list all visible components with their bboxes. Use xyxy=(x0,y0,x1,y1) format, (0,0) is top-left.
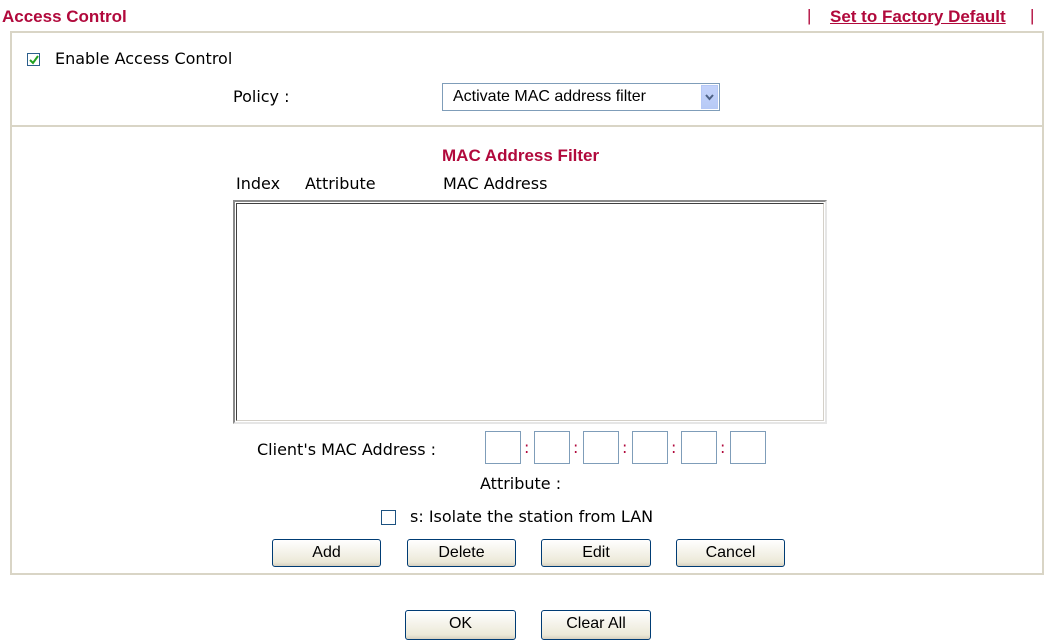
client-mac-address-label: Client's MAC Address : xyxy=(257,440,437,459)
policy-label: Policy : xyxy=(233,87,290,106)
set-to-factory-default-link[interactable]: Set to Factory Default xyxy=(830,7,1006,27)
edit-button[interactable]: Edit xyxy=(541,539,651,567)
header-separator: | xyxy=(807,6,812,25)
enable-access-control-checkbox[interactable] xyxy=(27,53,40,66)
clear-all-button[interactable]: Clear All xyxy=(541,610,651,640)
mac-separator: : xyxy=(524,438,530,457)
panel-divider xyxy=(10,125,1044,127)
mac-octet-1-input[interactable] xyxy=(485,431,521,464)
cancel-button[interactable]: Cancel xyxy=(676,539,785,567)
isolate-station-label: s: Isolate the station from LAN xyxy=(410,507,654,526)
policy-select[interactable]: Activate MAC address filter xyxy=(442,83,720,111)
ok-button[interactable]: OK xyxy=(405,610,516,640)
mac-address-filter-title: MAC Address Filter xyxy=(442,146,600,165)
isolate-station-checkbox[interactable] xyxy=(381,510,396,525)
column-header-mac-address: MAC Address xyxy=(443,174,548,193)
column-header-index: Index xyxy=(236,174,281,193)
mac-address-list-body xyxy=(236,203,824,421)
checkmark-icon xyxy=(29,55,39,65)
mac-separator: : xyxy=(573,438,579,457)
mac-octet-2-input[interactable] xyxy=(534,431,570,464)
mac-octet-3-input[interactable] xyxy=(583,431,619,464)
column-header-attribute: Attribute xyxy=(305,174,376,193)
header-separator: | xyxy=(1030,6,1035,25)
delete-button[interactable]: Delete xyxy=(407,539,516,567)
mac-octet-6-input[interactable] xyxy=(730,431,766,464)
mac-address-list[interactable] xyxy=(233,200,827,424)
chevron-down-icon[interactable] xyxy=(701,85,718,109)
page-title: Access Control xyxy=(2,7,127,26)
mac-separator: : xyxy=(720,438,726,457)
add-button[interactable]: Add xyxy=(272,539,381,567)
mac-octet-4-input[interactable] xyxy=(632,431,668,464)
mac-octet-5-input[interactable] xyxy=(681,431,717,464)
policy-select-value: Activate MAC address filter xyxy=(453,88,646,105)
mac-separator: : xyxy=(671,438,677,457)
attribute-label: Attribute : xyxy=(480,474,562,493)
enable-access-control-label: Enable Access Control xyxy=(55,49,233,68)
mac-separator: : xyxy=(622,438,628,457)
